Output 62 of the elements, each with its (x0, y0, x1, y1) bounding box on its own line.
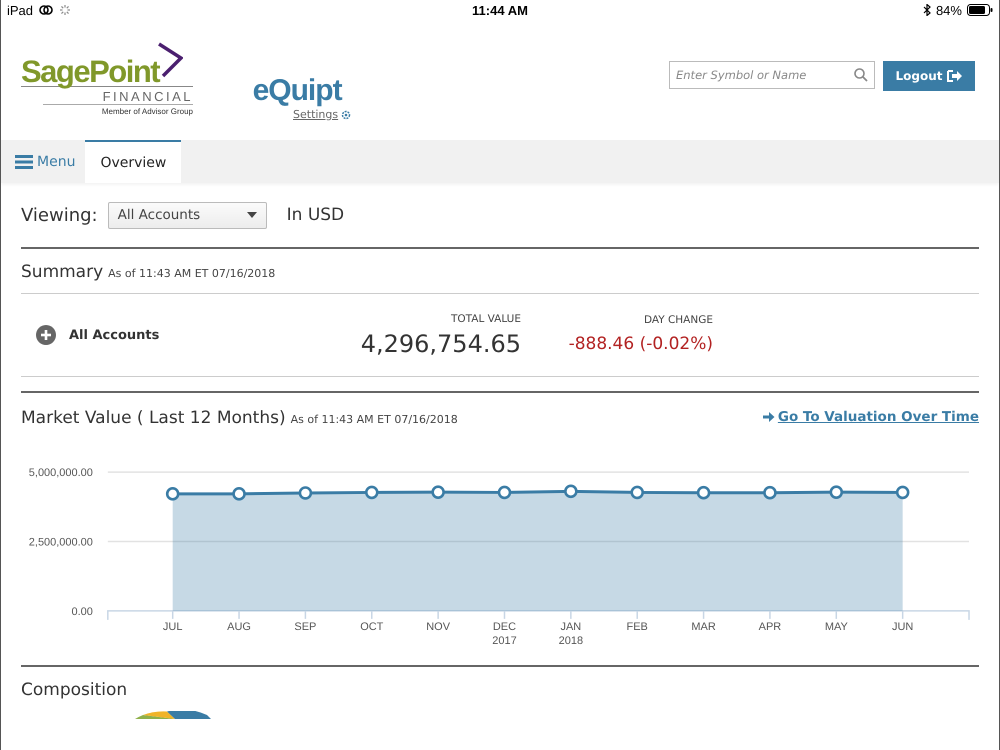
timestamp: As of 11:43 AM ET 07/16/2018 (108, 266, 276, 282)
x-tick-label: SEP (294, 620, 316, 633)
viewing-label: Viewing: (21, 204, 98, 226)
data-point[interactable] (763, 486, 777, 500)
search-field[interactable]: Enter Symbol or Name (669, 61, 875, 89)
gear-icon (341, 110, 352, 120)
x-tick-label: NOV (426, 620, 450, 633)
app-title: eQuipt (252, 74, 342, 108)
menu-icon (15, 154, 33, 168)
x-tick-label: MAY (824, 620, 848, 633)
x-tick-label: JUL (162, 620, 182, 633)
logo-tagline: Member of Advisor Group (43, 104, 193, 116)
data-point[interactable] (431, 485, 445, 499)
x-tick-label: APR (758, 620, 782, 633)
timestamp: As of 11:43 AM ET 07/16/2018 (290, 412, 458, 428)
bluetooth-icon (922, 4, 931, 16)
metric-label: DAY CHANGE (644, 314, 713, 326)
settings-link[interactable]: Settings (293, 108, 352, 121)
menu-button[interactable]: Menu (13, 140, 86, 183)
data-point[interactable] (630, 486, 644, 500)
x-tick-label: AUG (227, 620, 251, 633)
x-tick-label: FEB (626, 620, 648, 633)
tab[interactable]: Overview (85, 140, 182, 183)
data-point[interactable] (498, 486, 512, 500)
total-value: 4,296,754.65 (360, 330, 521, 358)
data-point[interactable] (564, 484, 578, 498)
logout-button[interactable]: Logout (883, 61, 975, 91)
y-tick-label: 0.00 (72, 606, 93, 618)
x-tick-label: DEC 2017 (492, 620, 517, 647)
data-point[interactable] (830, 485, 844, 499)
y-tick-label: 5,000,000.00 (28, 467, 93, 480)
account-name: All Accounts (69, 328, 160, 342)
x-tick-label: OCT (360, 620, 384, 633)
data-point[interactable] (232, 487, 246, 501)
device-name: iPad (7, 2, 34, 18)
search-icon (854, 68, 868, 82)
battery-percent: 84% (936, 2, 962, 18)
link-icon (38, 4, 54, 16)
caret-icon (246, 212, 257, 218)
exit-icon (946, 69, 962, 83)
status-time: 11:44 AM (472, 2, 528, 18)
metric-label: TOTAL VALUE (451, 312, 521, 324)
x-tick-label: MAR (691, 620, 716, 633)
data-point[interactable] (166, 487, 180, 501)
data-point[interactable] (298, 486, 312, 500)
x-tick-label: JAN 2018 (558, 620, 584, 647)
day-change: -888.46 (-0.02%) (568, 332, 713, 356)
valuation-link[interactable]: Go To Valuation Over Time (762, 393, 979, 441)
section-title: Summary (21, 261, 104, 284)
arrow-right-icon (762, 411, 775, 423)
section-title: Composition (21, 679, 128, 702)
currency-label: In USD (286, 205, 344, 225)
data-point[interactable] (896, 486, 910, 500)
y-tick-label: 2,500,000.00 (28, 536, 93, 549)
account-dropdown[interactable]: All Accounts (108, 202, 267, 228)
x-tick-label: JUN (892, 620, 914, 633)
data-point[interactable] (364, 486, 379, 500)
battery-icon (966, 4, 993, 16)
spinner-icon (59, 4, 72, 16)
expand-icon[interactable] (36, 325, 56, 345)
data-point[interactable] (696, 486, 710, 500)
section-title: Market Value ( Last 12 Months) (21, 407, 286, 430)
